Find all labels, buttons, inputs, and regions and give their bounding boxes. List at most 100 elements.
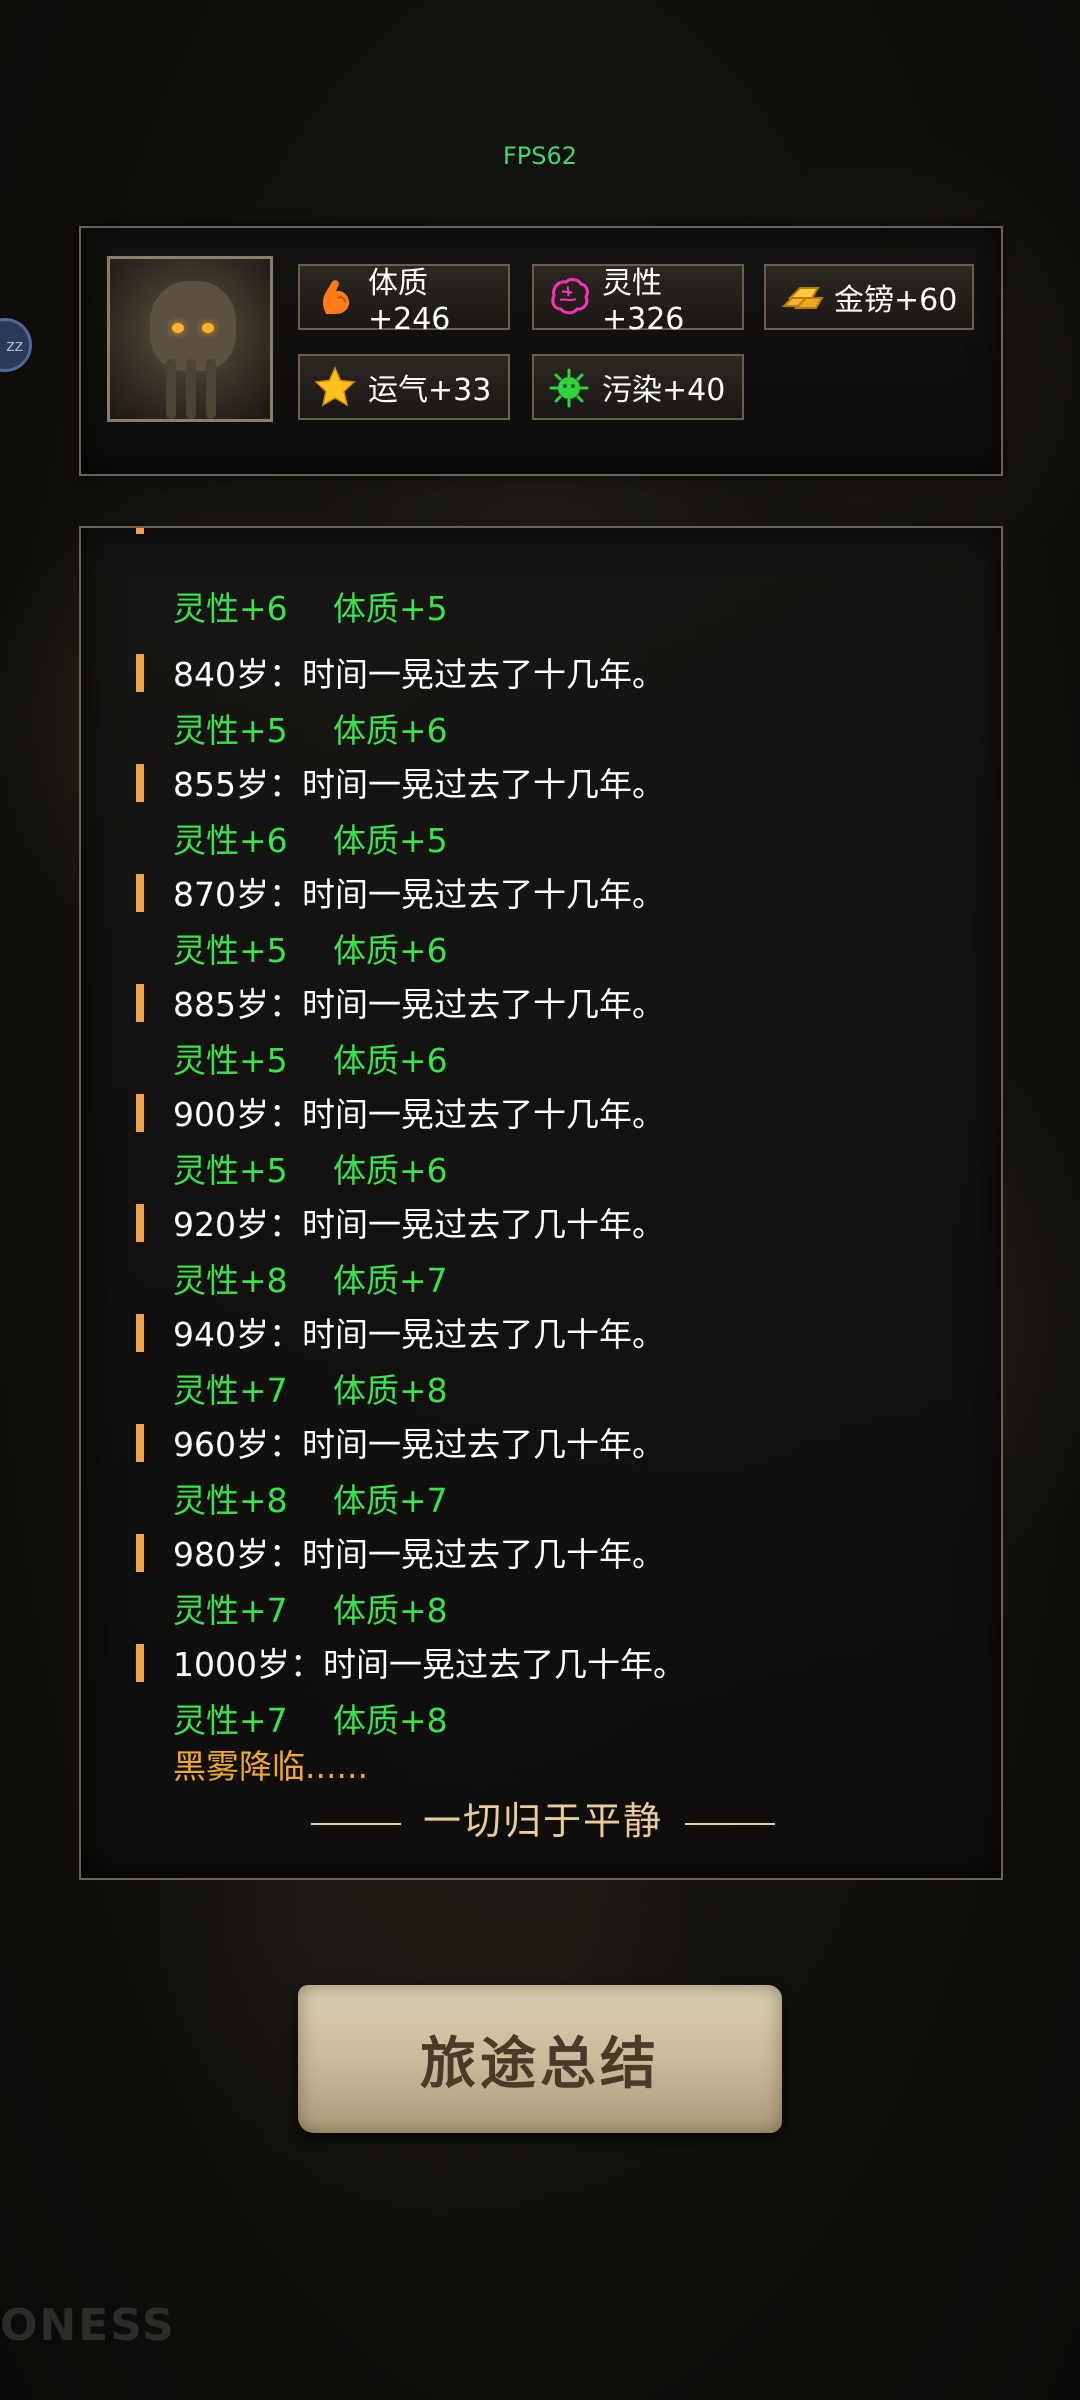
log-entry: 840岁：时间一晃过去了十几年。 灵性+5 体质+6 bbox=[81, 642, 1001, 752]
log-entry-marker bbox=[136, 1314, 144, 1352]
log-entry: 940岁：时间一晃过去了几十年。 灵性+7 体质+8 bbox=[81, 1302, 1001, 1412]
flexed-arm-icon bbox=[323, 280, 350, 314]
log-entry-text: 940岁：时间一晃过去了几十年。 bbox=[173, 1315, 665, 1354]
stat-pollution-label: 污染+40 bbox=[602, 373, 726, 408]
star-icon bbox=[314, 366, 356, 407]
gold-bars-icon bbox=[781, 287, 824, 309]
stat-spirit-label: 灵性+326 bbox=[602, 265, 685, 337]
gain-spirit: 灵性+7 bbox=[173, 1591, 288, 1630]
stat-luck-label: 运气+33 bbox=[368, 373, 492, 408]
log-entry-text: 885岁：时间一晃过去了十几年。 bbox=[173, 985, 665, 1024]
log-entry-marker bbox=[136, 764, 144, 802]
log-entry: 960岁：时间一晃过去了几十年。 灵性+8 体质+7 bbox=[81, 1412, 1001, 1522]
gain-physique: 体质+8 bbox=[333, 1371, 448, 1410]
gain-spirit: 灵性+8 bbox=[173, 1481, 288, 1520]
gain-physique: 体质+6 bbox=[333, 711, 448, 750]
log-entry-gains: 灵性+6 体质+5 bbox=[173, 814, 493, 862]
log-entry-marker bbox=[136, 1204, 144, 1242]
log-entry-gains: 灵性+7 体质+8 bbox=[173, 1584, 493, 1632]
log-entry-marker bbox=[136, 1424, 144, 1462]
log-entry-gains: 灵性+5 体质+6 bbox=[173, 1144, 493, 1192]
portrait-eye-left bbox=[172, 323, 184, 333]
stat-gold-label: 金镑+60 bbox=[834, 283, 958, 318]
gain-physique: 体质+6 bbox=[333, 1151, 448, 1190]
divider-right bbox=[685, 1822, 775, 1825]
journey-summary-label: 旅途总结 bbox=[420, 2030, 660, 2097]
finale-line: 一切归于平静 bbox=[81, 1790, 1001, 1845]
germ-icon bbox=[549, 368, 589, 408]
log-entry: 920岁：时间一晃过去了几十年。 灵性+8 体质+7 bbox=[81, 1192, 1001, 1302]
gain-physique: 体质+5 bbox=[333, 821, 448, 860]
stats-panel: 体质+246 灵性+326 金镑+60 运气+33 污染+40 bbox=[79, 226, 1003, 476]
stat-gold: 金镑+60 bbox=[764, 264, 974, 330]
gain-spirit: 灵性+7 bbox=[173, 1701, 288, 1740]
life-log-panel[interactable]: 灵性+6 体质+5 840岁：时间一晃过去了十几年。 灵性+5 体质+6 855岁：… bbox=[79, 526, 1003, 1880]
log-entry-gains: 灵性+5 体质+6 bbox=[173, 704, 493, 752]
stat-luck: 运气+33 bbox=[298, 354, 510, 420]
log-entry-text: 855岁：时间一晃过去了十几年。 bbox=[173, 765, 665, 804]
log-entry-gains: 灵性+5 体质+6 bbox=[173, 1034, 493, 1082]
log-entry-text: 980岁：时间一晃过去了几十年。 bbox=[173, 1535, 665, 1574]
log-entry: 900岁：时间一晃过去了十几年。 灵性+5 体质+6 bbox=[81, 1082, 1001, 1192]
finale-text: 一切归于平静 bbox=[422, 1799, 663, 1843]
gain-physique: 体质+5 bbox=[333, 589, 448, 628]
log-entry: 980岁：时间一晃过去了几十年。 灵性+7 体质+8 bbox=[81, 1522, 1001, 1632]
portrait-head bbox=[150, 281, 236, 371]
log-entry-text: 920岁：时间一晃过去了几十年。 bbox=[173, 1205, 665, 1244]
log-entry-text: 960岁：时间一晃过去了几十年。 bbox=[173, 1425, 665, 1464]
gain-spirit: 灵性+5 bbox=[173, 1151, 288, 1190]
log-entry-marker bbox=[136, 1644, 144, 1682]
log-entry-partial: 灵性+6 体质+5 bbox=[81, 528, 1001, 638]
fps-counter: FPS62 bbox=[502, 142, 578, 170]
divider-left bbox=[310, 1822, 401, 1825]
log-entry-text: 1000岁：时间一晃过去了几十年。 bbox=[173, 1645, 686, 1684]
gain-spirit: 灵性+5 bbox=[173, 931, 288, 970]
fog-event-text: 黑雾降临...... bbox=[173, 1747, 368, 1786]
gain-physique: 体质+6 bbox=[333, 931, 448, 970]
character-portrait[interactable] bbox=[107, 256, 273, 422]
log-entry: 870岁：时间一晃过去了十几年。 灵性+5 体质+6 bbox=[81, 862, 1001, 972]
log-entry-text: 840岁：时间一晃过去了十几年。 bbox=[173, 655, 665, 694]
portrait-tentacle bbox=[166, 359, 176, 419]
log-entry-marker bbox=[136, 528, 144, 534]
gain-spirit: 灵性+6 bbox=[173, 821, 288, 860]
log-entry: 855岁：时间一晃过去了十几年。 灵性+6 体质+5 bbox=[81, 752, 1001, 862]
side-bubble-label: zz bbox=[6, 335, 23, 355]
log-entry-marker bbox=[136, 654, 144, 692]
log-entry-marker bbox=[136, 1534, 144, 1572]
journey-summary-button[interactable]: 旅途总结 bbox=[298, 1985, 782, 2133]
portrait-tentacle bbox=[186, 359, 196, 419]
gain-physique: 体质+8 bbox=[333, 1591, 448, 1630]
stat-physique: 体质+246 bbox=[298, 264, 510, 337]
stat-pollution: 污染+40 bbox=[532, 354, 744, 420]
gain-physique: 体质+8 bbox=[333, 1701, 448, 1740]
log-entry-gains: 灵性+8 体质+7 bbox=[173, 1254, 493, 1302]
gain-spirit: 灵性+7 bbox=[173, 1371, 288, 1410]
log-entry: 1000岁：时间一晃过去了几十年。 灵性+7 体质+8 bbox=[81, 1632, 1001, 1742]
gain-physique: 体质+7 bbox=[333, 1481, 448, 1520]
brain-icon bbox=[551, 278, 589, 315]
portrait-tentacle bbox=[206, 359, 216, 419]
gain-spirit: 灵性+5 bbox=[173, 711, 288, 750]
gain-physique: 体质+6 bbox=[333, 1041, 448, 1080]
background-watermark: ONESS bbox=[0, 2300, 176, 2351]
stat-spirit: 灵性+326 bbox=[532, 264, 744, 337]
gain-spirit: 灵性+5 bbox=[173, 1041, 288, 1080]
log-entry-marker bbox=[136, 984, 144, 1022]
log-entry-gains: 灵性+7 体质+8 bbox=[173, 1694, 493, 1742]
portrait-eye-right bbox=[202, 323, 214, 333]
log-entry-gains: 灵性+7 体质+8 bbox=[173, 1364, 493, 1412]
log-entry: 885岁：时间一晃过去了十几年。 灵性+5 体质+6 bbox=[81, 972, 1001, 1082]
log-entry-gains: 灵性+6 体质+5 bbox=[173, 582, 493, 630]
log-entry-text: 900岁：时间一晃过去了十几年。 bbox=[173, 1095, 665, 1134]
log-entry-gains: 灵性+5 体质+6 bbox=[173, 924, 493, 972]
log-entry-marker bbox=[136, 874, 144, 912]
side-floating-button[interactable]: zz bbox=[0, 318, 32, 372]
stat-physique-label: 体质+246 bbox=[368, 265, 451, 337]
gain-spirit: 灵性+8 bbox=[173, 1261, 288, 1300]
log-entry-text: 870岁：时间一晃过去了十几年。 bbox=[173, 875, 665, 914]
log-entry-gains: 灵性+8 体质+7 bbox=[173, 1474, 493, 1522]
gain-physique: 体质+7 bbox=[333, 1261, 448, 1300]
log-entry-marker bbox=[136, 1094, 144, 1132]
gain-spirit: 灵性+6 bbox=[173, 589, 288, 628]
